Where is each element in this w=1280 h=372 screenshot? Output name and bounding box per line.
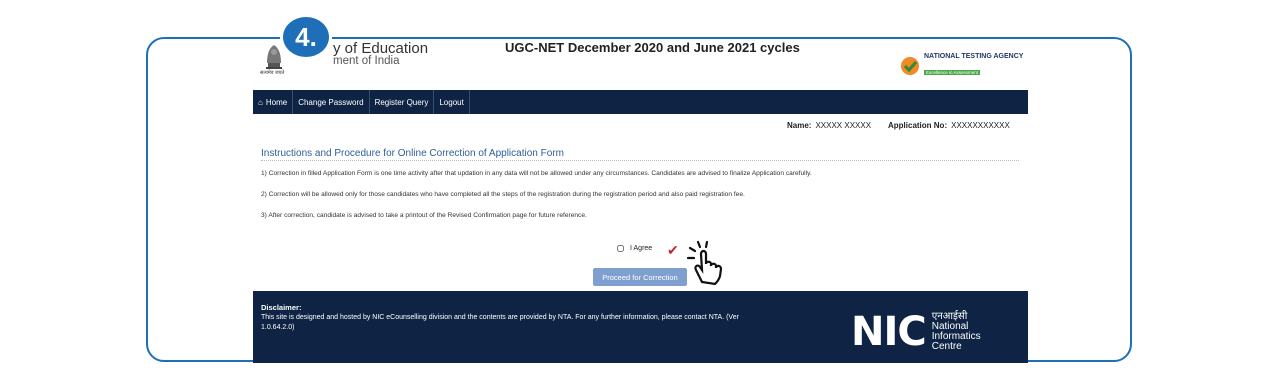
ministry-subtitle: ment of India [333, 55, 400, 67]
agree-row: I Agree [617, 245, 652, 252]
user-name-info: Name: XXXXX XXXXX [787, 121, 871, 130]
name-value: XXXXX XXXXX [815, 121, 872, 130]
application-no-value: XXXXXXXXXXX [951, 121, 1010, 130]
page-title: UGC-NET December 2020 and June 2021 cycl… [505, 40, 800, 55]
instruction-item: 1) Correction in filled Application Form… [261, 170, 812, 177]
checkmark-icon: ✔ [667, 242, 679, 258]
application-no-label: Application No: [888, 121, 948, 130]
agree-label: I Agree [630, 245, 653, 252]
nav-logout[interactable]: Logout [434, 90, 470, 114]
top-navbar: ⌂ Home Change Password Register Query Lo… [253, 90, 1028, 114]
application-number-info: Application No: XXXXXXXXXXX [888, 121, 1010, 130]
nic-logo-text: NIC [851, 309, 927, 355]
divider [261, 160, 1019, 161]
name-label: Name: [787, 121, 812, 130]
disclaimer-title: Disclaimer: [261, 303, 302, 312]
step-number-badge: 4. [280, 14, 332, 60]
nta-logo-icon [901, 56, 919, 75]
emblem-caption: सत्यमेव जयते [260, 70, 285, 76]
agree-checkbox[interactable] [617, 245, 624, 252]
instruction-item: 2) Correction will be allowed only for t… [261, 191, 745, 198]
nav-home[interactable]: ⌂ Home [253, 90, 294, 114]
nav-register-query[interactable]: Register Query [370, 90, 435, 114]
nic-line-3: Centre [931, 341, 962, 352]
nta-name: NATIONAL TESTING AGENCY [924, 53, 1024, 60]
home-icon: ⌂ [258, 97, 263, 107]
nic-logo: NIC एनआईसी National Informatics Centre [851, 309, 981, 355]
nav-change-password[interactable]: Change Password [293, 90, 370, 114]
nta-logo-block: NATIONAL TESTING AGENCY Excellence in As… [900, 52, 1023, 79]
instruction-item: 3) After correction, candidate is advise… [261, 212, 587, 219]
instructions-title: Instructions and Procedure for Online Co… [261, 148, 564, 159]
nav-home-label: Home [265, 97, 288, 107]
proceed-for-correction-button[interactable]: Proceed for Correction [593, 268, 687, 286]
disclaimer-text: This site is designed and hosted by NIC … [261, 314, 739, 331]
nta-tagline: Excellence in Assessment [924, 70, 981, 75]
footer: Disclaimer: This site is designed and ho… [253, 291, 1028, 363]
pointing-hand-icon [686, 240, 723, 286]
